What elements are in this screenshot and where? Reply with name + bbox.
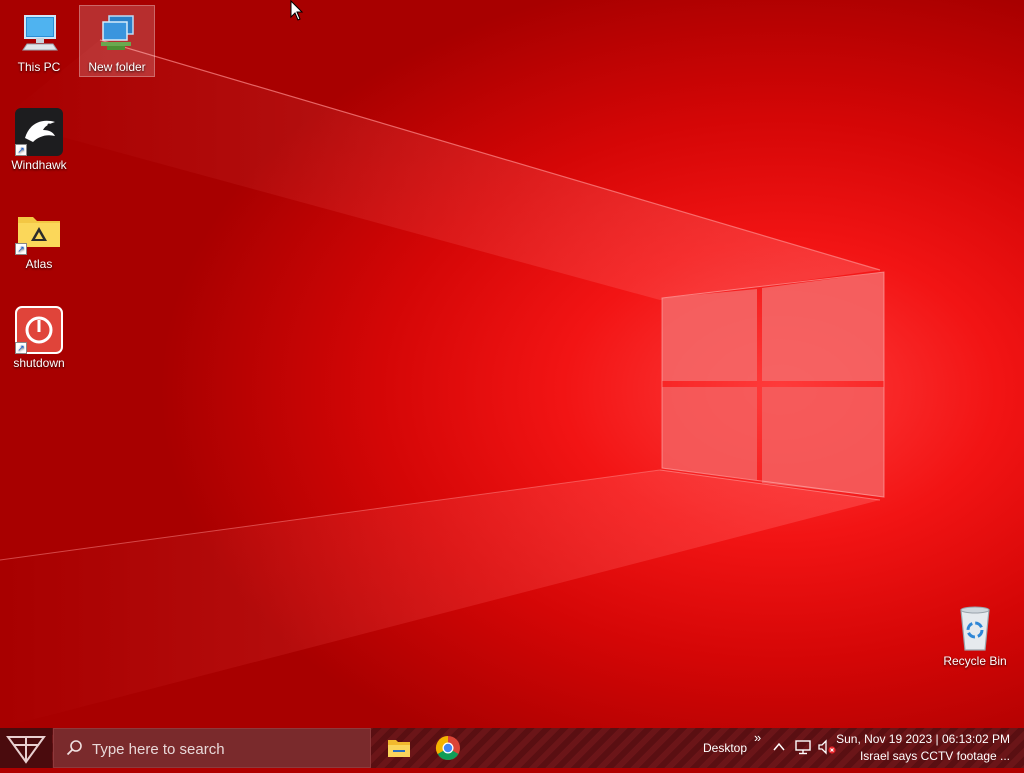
desktop-icon-label: This PC — [17, 60, 61, 74]
start-logo-icon — [6, 736, 46, 764]
taskbar-clock[interactable]: Sun, Nov 19 2023 | 06:13:02 PM Israel sa… — [836, 731, 1010, 765]
start-button[interactable] — [0, 728, 52, 768]
desktop-icon-label: shutdown — [13, 356, 65, 370]
shortcut-arrow-icon: ↗ — [15, 243, 27, 255]
desktop-icon-atlas[interactable]: ↗ Atlas — [2, 203, 76, 271]
chrome-icon — [435, 736, 460, 761]
news-ticker: Israel says CCTV footage ... — [859, 749, 1010, 763]
desktop-icon-new-folder[interactable]: New folder — [79, 5, 155, 77]
search-icon — [66, 740, 82, 756]
windows-logo-light — [0, 39, 885, 728]
desktop-icon-label: Atlas — [25, 257, 53, 271]
mouse-cursor-icon — [290, 0, 304, 21]
taskbar: Type here to search Desktop » Sun, Nov 1… — [0, 728, 1024, 768]
desktop-icon-label: New folder — [88, 60, 146, 74]
shortcut-arrow-icon: ↗ — [15, 342, 27, 354]
desktop-icon-label: Recycle Bin — [943, 654, 1007, 668]
search-placeholder: Type here to search — [92, 741, 225, 758]
shortcut-arrow-icon: ↗ — [15, 144, 27, 156]
show-hidden-icons-chevron-icon[interactable] — [772, 740, 786, 754]
taskbar-search-box[interactable]: Type here to search — [53, 728, 371, 768]
desktop-wallpaper — [0, 0, 1024, 728]
volume-muted-icon[interactable] — [817, 739, 837, 755]
desktop-icon-shutdown[interactable]: ↗ shutdown — [2, 302, 76, 370]
network-icon[interactable] — [794, 739, 812, 755]
network-folder-icon — [93, 10, 141, 58]
desktop-icon-this-pc[interactable]: This PC — [2, 6, 76, 74]
this-pc-icon — [15, 10, 63, 58]
recycle-bin-icon — [951, 604, 999, 652]
desktop-icon-windhawk[interactable]: ↗ Windhawk — [2, 104, 76, 172]
clock-date-time: Sun, Nov 19 2023 | 06:13:02 PM — [836, 732, 1010, 746]
desktop-icon-recycle-bin[interactable]: Recycle Bin — [938, 600, 1012, 668]
taskbar-chrome[interactable] — [424, 728, 472, 768]
windhawk-eagle-icon: ↗ — [15, 108, 63, 156]
desktop-toolbar-label[interactable]: Desktop — [703, 741, 747, 755]
taskbar-file-explorer[interactable] — [375, 728, 423, 768]
power-icon: ↗ — [15, 306, 63, 354]
atlas-folder-icon: ↗ — [15, 207, 63, 255]
desktop-icon-label: Windhawk — [11, 158, 67, 172]
toolbar-overflow-chevron[interactable]: » — [754, 730, 761, 745]
file-explorer-icon — [388, 740, 410, 757]
